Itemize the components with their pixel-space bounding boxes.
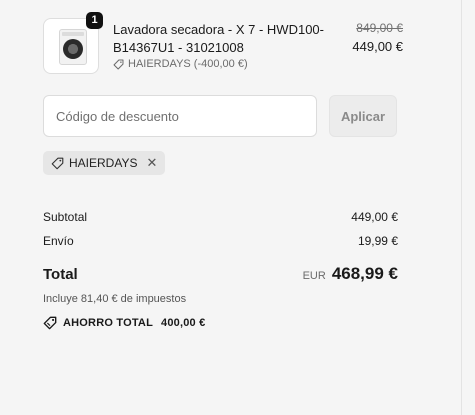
- savings-value: 400,00 €: [161, 317, 206, 329]
- discount-code-input[interactable]: [43, 95, 317, 137]
- shipping-value: 19,99 €: [357, 234, 398, 248]
- subtotal-row: Subtotal 449,00 €: [43, 210, 398, 224]
- applied-discount-chip: HAIERDAYS ✕: [43, 151, 166, 175]
- total-savings: AHORRO TOTAL 400,00 €: [43, 316, 205, 330]
- price-current: 449,00 €: [352, 39, 403, 54]
- currency-code: EUR: [302, 270, 326, 282]
- total-amount-group: EUR 468,99 €: [303, 264, 398, 284]
- product-title: Lavadora secadora - X 7 - HWD100-B14367U…: [113, 22, 324, 55]
- cart-line-item: 1 Lavadora secadora - X 7 - HWD100-B1436…: [43, 12, 403, 78]
- savings-tag-icon: [43, 316, 57, 330]
- savings-label: AHORRO TOTAL: [63, 317, 153, 329]
- applied-discount-code: HAIERDAYS: [69, 156, 138, 170]
- remove-discount-icon[interactable]: ✕: [146, 155, 157, 171]
- total-amount: 468,99 €: [331, 264, 398, 283]
- subtotal-value: 449,00 €: [351, 210, 398, 224]
- shipping-row: Envío 19,99 €: [43, 234, 398, 248]
- quantity-badge: 1: [86, 12, 103, 29]
- shipping-label: Envío: [43, 234, 74, 248]
- subtotal-label: Subtotal: [43, 210, 88, 224]
- taxes-note: Incluye 81,40 € de impuestos: [43, 293, 187, 305]
- tag-icon: [113, 59, 124, 69]
- price-original: 849,00 €: [356, 21, 403, 35]
- total-label: Total: [43, 266, 78, 283]
- washer-dryer-image: [59, 29, 87, 65]
- panel-divider: [461, 0, 462, 415]
- item-discount-line: HAIERDAYS (-400,00 €): [113, 58, 248, 70]
- apply-discount-button[interactable]: Aplicar: [329, 95, 397, 137]
- tag-icon: [51, 157, 64, 169]
- item-discount-text: HAIERDAYS (-400,00 €): [128, 58, 248, 70]
